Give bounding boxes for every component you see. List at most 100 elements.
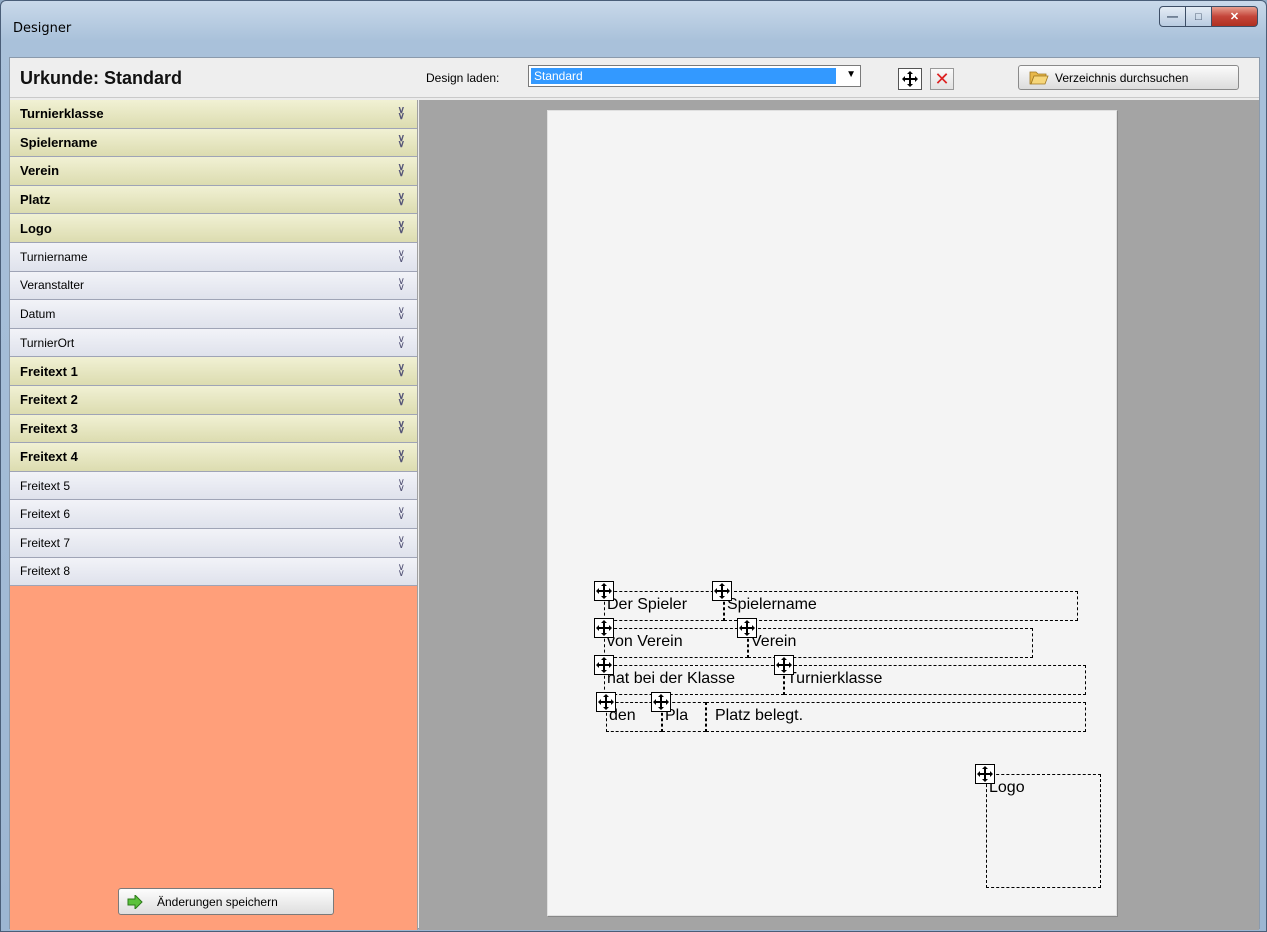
move-handle[interactable] — [594, 618, 614, 638]
sidebar-item-label: Freitext 8 — [20, 564, 71, 579]
sidebar-item-label: Spielername — [20, 134, 98, 150]
field-text: Spielername — [727, 596, 817, 613]
move-handle[interactable] — [594, 655, 614, 675]
save-changes-button[interactable]: Änderungen speichern — [118, 888, 334, 915]
double-chevron-down-icon[interactable]: ∨ ∨ — [398, 105, 405, 121]
double-chevron-down-icon[interactable]: ∨ ∨ — [398, 477, 405, 493]
sidebar-item-turniername[interactable]: Turniername ∨ ∨ — [10, 242, 417, 272]
window-title: Designer — [13, 21, 72, 36]
window-controls: — □ ✕ — [1159, 6, 1258, 27]
design-load-label: Design laden: — [426, 71, 500, 85]
sidebar-item-freitext-5[interactable]: Freitext 5 ∨ ∨ — [10, 471, 417, 501]
move-handle[interactable] — [737, 618, 757, 638]
double-chevron-down-icon[interactable]: ∨ ∨ — [398, 134, 405, 150]
sidebar-item-label: Freitext 4 — [20, 449, 78, 465]
delete-element-button[interactable]: ✕ — [930, 68, 954, 90]
sidebar-item-label: Verein — [20, 163, 60, 179]
field-text: von Verein — [607, 633, 683, 650]
move-cross-icon — [714, 583, 730, 599]
field-text: Der Spieler — [607, 596, 688, 613]
client-area: Urkunde: Standard Design laden: Standard… — [9, 57, 1260, 930]
arrow-right-icon — [127, 894, 143, 909]
delete-x-icon: ✕ — [934, 68, 950, 89]
folder-open-icon — [1029, 71, 1049, 85]
design-canvas: Der Spieler Spielername von Verein Verei… — [419, 100, 1259, 930]
design-select-value: Standard — [531, 68, 836, 84]
field-hat-bei-der-klasse[interactable]: hat bei der Klasse — [604, 665, 784, 695]
sidebar-item-label: Freitext 1 — [20, 363, 78, 379]
title-bar[interactable]: Designer — □ ✕ — [1, 1, 1266, 47]
move-handle[interactable] — [774, 655, 794, 675]
double-chevron-down-icon[interactable]: ∨ ∨ — [398, 220, 405, 236]
double-chevron-down-icon[interactable]: ∨ ∨ — [398, 191, 405, 207]
minimize-button[interactable]: — — [1159, 6, 1186, 27]
field-platz-belegt[interactable]: Platz belegt. — [706, 702, 1086, 732]
sidebar-item-freitext-7[interactable]: Freitext 7 ∨ ∨ — [10, 528, 417, 558]
sidebar-item-platz[interactable]: Platz ∨ ∨ — [10, 185, 417, 215]
page-title: Urkunde: Standard — [20, 68, 183, 88]
move-cross-icon — [776, 657, 792, 673]
sidebar-item-turnierklasse[interactable]: Turnierklasse ∨ ∨ — [10, 100, 417, 129]
move-cross-icon — [596, 583, 612, 599]
move-cross-icon — [977, 766, 993, 782]
minimize-icon: — — [1167, 10, 1178, 23]
sidebar-item-label: Turniername — [20, 249, 88, 264]
double-chevron-down-icon[interactable]: ∨ ∨ — [398, 248, 405, 264]
field-turnierklasse[interactable]: Turnierklasse — [784, 665, 1086, 695]
save-changes-label: Änderungen speichern — [157, 894, 278, 909]
sidebar-item-label: Platz — [20, 192, 51, 208]
sidebar-item-freitext-1[interactable]: Freitext 1 ∨ ∨ — [10, 357, 417, 386]
double-chevron-down-icon[interactable]: ∨ ∨ — [398, 534, 405, 550]
sidebar-item-freitext-2[interactable]: Freitext 2 ∨ ∨ — [10, 385, 417, 415]
sidebar-item-freitext-3[interactable]: Freitext 3 ∨ ∨ — [10, 414, 417, 444]
move-handle[interactable] — [596, 692, 616, 712]
field-verein[interactable]: Verein — [748, 628, 1033, 658]
sidebar-item-label: Datum — [20, 306, 56, 321]
field-der-spieler[interactable]: Der Spieler — [604, 591, 724, 621]
maximize-icon: □ — [1195, 10, 1202, 23]
field-list: Turnierklasse ∨ ∨ Spielername ∨ ∨ Verein ∨ ∨ Plat… — [10, 100, 417, 587]
sidebar-item-freitext-6[interactable]: Freitext 6 ∨ ∨ — [10, 500, 417, 529]
move-handle[interactable] — [975, 764, 995, 784]
sidebar-item-label: Freitext 7 — [20, 535, 71, 550]
field-logo[interactable]: Logo — [986, 774, 1101, 888]
double-chevron-down-icon[interactable]: ∨ ∨ — [398, 305, 405, 321]
sidebar-item-label: Logo — [20, 220, 52, 236]
double-chevron-down-icon[interactable]: ∨ ∨ — [398, 448, 405, 464]
sidebar-item-label: Turnierklasse — [20, 106, 104, 122]
sidebar-item-turnierort[interactable]: TurnierOrt ∨ ∨ — [10, 328, 417, 358]
move-handle[interactable] — [594, 581, 614, 601]
field-text: Turnierklasse — [787, 670, 883, 687]
field-von-verein[interactable]: von Verein — [604, 628, 748, 658]
move-handle[interactable] — [712, 581, 732, 601]
sidebar-item-datum[interactable]: Datum ∨ ∨ — [10, 300, 417, 329]
move-handle[interactable] — [651, 692, 671, 712]
double-chevron-down-icon[interactable]: ∨ ∨ — [398, 420, 405, 436]
double-chevron-down-icon[interactable]: ∨ ∨ — [398, 391, 405, 407]
sidebar-item-freitext-4[interactable]: Freitext 4 ∨ ∨ — [10, 443, 417, 472]
move-cross-icon — [598, 694, 614, 710]
double-chevron-down-icon[interactable]: ∨ ∨ — [398, 162, 405, 178]
sidebar-item-logo[interactable]: Logo ∨ ∨ — [10, 214, 417, 243]
design-select[interactable]: Standard ▼ — [528, 65, 861, 87]
sidebar-item-spielername[interactable]: Spielername ∨ ∨ — [10, 128, 417, 158]
sidebar-item-veranstalter[interactable]: Veranstalter ∨ ∨ — [10, 271, 417, 301]
sidebar-item-freitext-8[interactable]: Freitext 8 ∨ ∨ — [10, 557, 417, 587]
field-spielername[interactable]: Spielername — [724, 591, 1078, 621]
double-chevron-down-icon[interactable]: ∨ ∨ — [398, 563, 405, 579]
double-chevron-down-icon[interactable]: ∨ ∨ — [398, 277, 405, 293]
browse-directory-button[interactable]: Verzeichnis durchsuchen — [1018, 65, 1239, 90]
close-button[interactable]: ✕ — [1212, 6, 1258, 27]
maximize-button[interactable]: □ — [1186, 6, 1212, 27]
toolbar: Urkunde: Standard Design laden: Standard… — [10, 58, 1259, 98]
sidebar-item-label: TurnierOrt — [20, 335, 75, 350]
double-chevron-down-icon[interactable]: ∨ ∨ — [398, 363, 405, 379]
sidebar-item-label: Veranstalter — [20, 278, 85, 293]
certificate-page[interactable]: Der Spieler Spielername von Verein Verei… — [547, 110, 1117, 916]
chevron-down-icon[interactable]: ▼ — [846, 69, 856, 80]
sidebar-item-verein[interactable]: Verein ∨ ∨ — [10, 157, 417, 186]
add-element-button[interactable] — [898, 68, 922, 90]
move-cross-icon — [596, 620, 612, 636]
double-chevron-down-icon[interactable]: ∨ ∨ — [398, 334, 405, 350]
double-chevron-down-icon[interactable]: ∨ ∨ — [398, 506, 405, 522]
